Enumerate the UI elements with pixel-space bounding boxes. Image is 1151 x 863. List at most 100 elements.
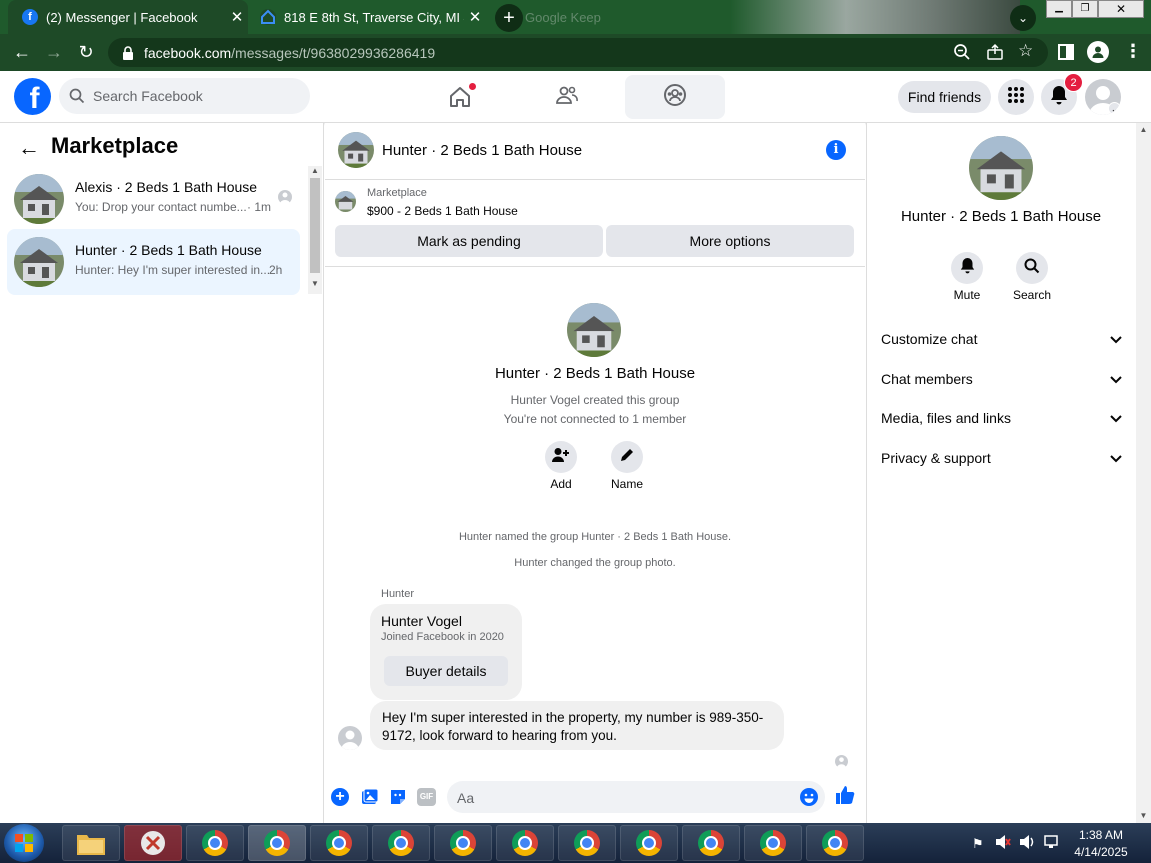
facebook-logo[interactable]: f [14,78,51,115]
left-scrollbar[interactable]: ▲ ▼ [308,166,322,294]
more-options-button[interactable]: More options [606,225,854,257]
taskbar-chrome-9[interactable] [682,825,740,861]
section-media-files-links[interactable]: Media, files and links [881,410,1126,426]
scroll-up-arrow-icon[interactable]: ▲ [308,166,322,178]
scroll-down-arrow-icon[interactable]: ▼ [1136,809,1151,823]
network-icon[interactable] [1043,834,1059,855]
minimize-button[interactable]: ▁ [1046,0,1072,18]
more-menu-icon[interactable]: ⋮ [1124,42,1142,60]
taskbar-chrome-4[interactable] [372,825,430,861]
image-icon[interactable] [361,788,379,811]
thumbs-up-icon[interactable] [835,785,855,810]
taskbar-chrome-5[interactable] [434,825,492,861]
search-placeholder: Search Facebook [93,88,203,104]
conversation-snippet: Hunter: Hey I'm super interested in... [75,263,271,277]
listing-label: Marketplace [367,187,427,199]
tab-zillow[interactable]: 818 E 8th St, Traverse City, MI 496 ✕ [250,0,486,34]
emoji-icon[interactable] [799,787,819,812]
browser-toolbar: ← → ↻ facebook.com/messages/t/9638029936… [0,34,1151,71]
chat-avatar[interactable] [338,132,374,168]
taskbar-chrome-3[interactable] [310,825,368,861]
nav-home[interactable] [420,75,500,119]
read-receipt-icon [278,190,292,204]
nav-friends[interactable] [527,75,607,119]
side-panel-icon[interactable] [1058,44,1074,65]
chat-title[interactable]: Hunter · 2 Beds 1 Bath House [382,142,582,159]
clock-date[interactable]: 4/14/2025 [1068,845,1134,859]
search-in-chat-button[interactable] [1016,252,1048,284]
nav-groups[interactable] [625,75,725,119]
tab-google-keep[interactable]: Google Keep [525,0,725,34]
add-member-button[interactable] [545,441,577,473]
taskbar-chrome-10[interactable] [744,825,802,861]
restore-button[interactable]: ❐ [1072,0,1098,18]
find-friends-button[interactable]: Find friends [898,81,991,113]
message-input[interactable]: Aa [447,781,825,813]
taskbar-file-explorer[interactable] [62,825,120,861]
sender-avatar [338,726,362,750]
tab-messenger[interactable]: f (2) Messenger | Facebook ✕ [8,0,248,34]
page-scrollbar[interactable]: ▲ ▼ [1136,123,1151,823]
taskbar-chrome-8[interactable] [620,825,678,861]
scroll-down-arrow-icon[interactable]: ▼ [308,279,322,291]
info-icon[interactable]: i [826,140,846,160]
back-button[interactable]: ← [6,37,38,69]
scrollbar-thumb[interactable] [310,178,320,273]
chrome-icon [512,830,538,856]
details-avatar [969,136,1033,200]
star-icon[interactable]: ☆ [1018,41,1033,61]
facebook-header: f Search Facebook Find friends 2 ⌄ [0,71,1151,123]
name-group-button[interactable] [611,441,643,473]
taskbar-chrome-7[interactable] [558,825,616,861]
conversation-list-panel: ← Marketplace Alexis · 2 Beds 1 Bath Hou… [0,123,324,823]
search-box[interactable]: Search Facebook [59,78,310,114]
taskbar-chrome-6[interactable] [496,825,554,861]
new-tab-button[interactable]: + [495,4,523,32]
action-center-flag-icon[interactable]: ⚑ [972,836,984,852]
account-avatar[interactable]: ⌄ [1085,79,1121,115]
close-tab-icon[interactable]: ✕ [464,8,486,26]
profile-icon[interactable] [1087,41,1109,63]
gif-icon[interactable]: GIF [417,788,436,806]
zoom-icon[interactable] [953,43,971,64]
friends-icon [555,83,579,112]
menu-grid-icon [1007,86,1025,109]
plus-circle-icon[interactable]: + [331,788,349,806]
taskbar-snipping-tool[interactable] [124,825,182,861]
mute-button[interactable] [951,252,983,284]
close-tab-icon[interactable]: ✕ [226,8,248,26]
start-button[interactable] [4,824,44,862]
section-chat-members[interactable]: Chat members [881,371,1126,387]
scroll-up-arrow-icon[interactable]: ▲ [1136,123,1151,137]
mark-as-pending-button[interactable]: Mark as pending [335,225,603,257]
group-created-text: Hunter Vogel created this group [510,393,680,407]
facebook-favicon-icon: f [22,9,38,25]
volume-icon[interactable] [1019,834,1035,855]
windows-taskbar: ⚑ 1:38 AM 4/14/2025 [0,823,1151,863]
button-label: More options [689,233,771,249]
listing-title[interactable]: $900 - 2 Beds 1 Bath House [367,204,518,218]
chevron-down-icon [1110,331,1122,347]
buyer-details-button[interactable]: Buyer details [384,656,508,686]
conversation-item-hunter[interactable]: Hunter · 2 Beds 1 Bath House Hunter: Hey… [7,229,300,295]
reload-button[interactable]: ↻ [70,37,102,69]
sticker-icon[interactable] [389,788,407,811]
back-arrow-icon[interactable]: ← [18,135,40,161]
forward-button[interactable]: → [38,37,70,69]
taskbar-chrome-2[interactable] [248,825,306,861]
notifications-button[interactable]: 2 [1041,73,1083,115]
address-bar[interactable]: facebook.com/messages/t/9638029936286419… [108,38,1048,67]
share-icon[interactable] [986,43,1004,64]
section-customize-chat[interactable]: Customize chat [881,331,1126,347]
section-privacy-support[interactable]: Privacy & support [881,450,1126,466]
speaker-muted-icon[interactable] [995,834,1011,855]
taskbar-chrome-11[interactable] [806,825,864,861]
conversation-item-alexis[interactable]: Alexis · 2 Beds 1 Bath House You: Drop y… [7,166,300,232]
clock-time[interactable]: 1:38 AM [1068,828,1134,842]
menu-button[interactable] [998,79,1034,115]
mute-label: Mute [953,288,981,302]
message-bubble[interactable]: Hey I'm super interested in the property… [370,701,784,750]
tab-search-dropdown[interactable]: ⌄ [1010,5,1036,31]
close-window-button[interactable]: ✕ [1098,0,1144,18]
taskbar-chrome-1[interactable] [186,825,244,861]
